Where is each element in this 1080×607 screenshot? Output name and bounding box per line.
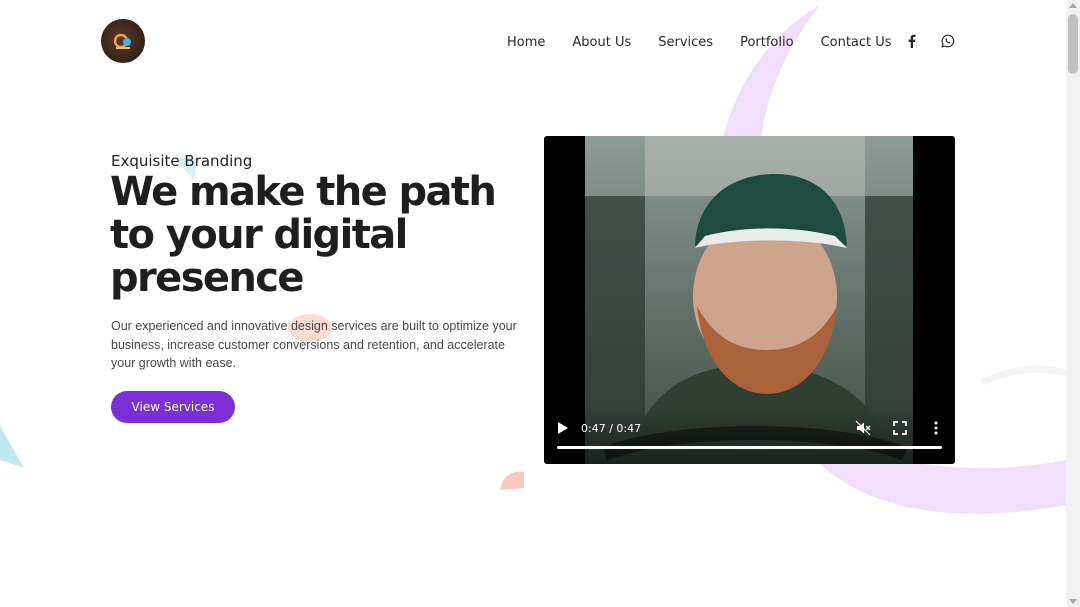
video-time: 0:47 / 0:47	[581, 422, 642, 435]
fullscreen-icon[interactable]	[892, 420, 908, 436]
hero-headline-line: presence	[110, 255, 305, 301]
video-controls: 0:47 / 0:47	[544, 408, 955, 464]
video-progress-bar[interactable]	[557, 446, 942, 449]
page: Home About Us Services Portfolio Contact…	[0, 0, 1066, 607]
hero-description: Our experienced and innovative design se…	[111, 319, 517, 370]
video-player[interactable]: 0:47 / 0:47	[544, 136, 955, 464]
nav-services[interactable]: Services	[658, 35, 713, 50]
view-services-button[interactable]: View Services	[111, 391, 235, 423]
main-nav: Home About Us Services Portfolio Contact…	[507, 33, 919, 51]
nav-contact-us[interactable]: Contact Us	[821, 35, 892, 50]
site-logo[interactable]	[101, 19, 145, 63]
scroll-up-arrow-icon[interactable]	[1069, 3, 1077, 8]
more-options-icon[interactable]	[928, 420, 944, 436]
nav-portfolio[interactable]: Portfolio	[740, 35, 793, 50]
play-icon[interactable]	[557, 421, 569, 435]
decorative-triangle-left	[0, 426, 24, 468]
scroll-thumb[interactable]	[1068, 14, 1078, 74]
muted-icon[interactable]	[855, 420, 871, 436]
hero-headline: We make the path to your digital presenc…	[110, 171, 530, 300]
decorative-arc-top	[720, 5, 820, 150]
hero-eyebrow: Exquisite Branding	[111, 152, 253, 170]
facebook-icon[interactable]	[905, 34, 919, 48]
nav-home[interactable]: Home	[507, 35, 545, 50]
hero-headline-line: to your digital	[110, 212, 408, 258]
logo-mark-icon	[113, 33, 131, 49]
page-scrollbar[interactable]	[1066, 0, 1080, 607]
decorative-blob-bottom	[500, 471, 524, 490]
scroll-down-arrow-icon[interactable]	[1069, 599, 1077, 604]
hero-headline-line: We make the path	[110, 169, 497, 215]
nav-about-us[interactable]: About Us	[572, 35, 631, 50]
whatsapp-icon[interactable]	[941, 34, 955, 48]
